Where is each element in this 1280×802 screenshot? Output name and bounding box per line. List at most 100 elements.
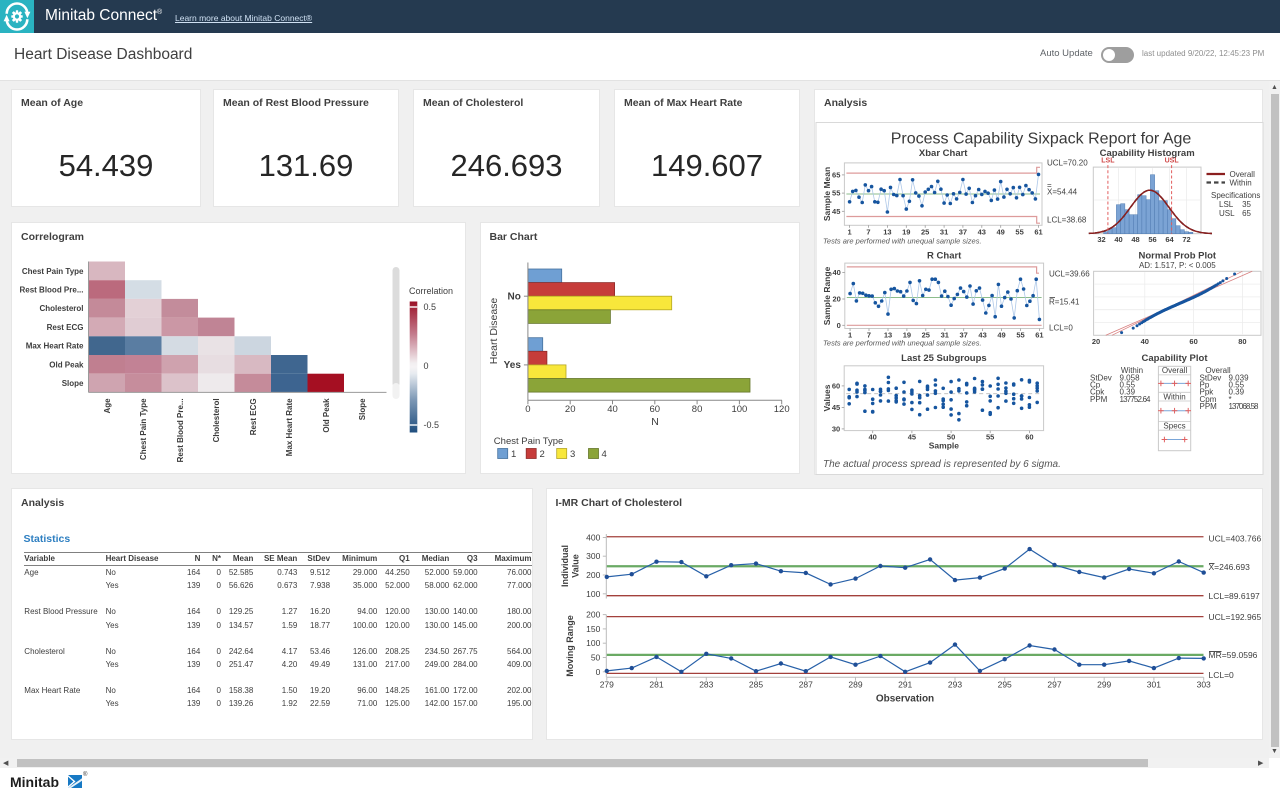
svg-text:Tests are performed with unequ: Tests are performed with unequal sample …: [823, 338, 982, 347]
svg-text:55: 55: [1015, 227, 1023, 236]
svg-text:137752.64: 137752.64: [1120, 394, 1152, 403]
svg-text:2: 2: [539, 449, 544, 460]
svg-text:4: 4: [601, 449, 606, 460]
svg-text:19: 19: [902, 227, 910, 236]
svg-text:56: 56: [1148, 235, 1156, 244]
svg-text:32: 32: [1097, 235, 1105, 244]
svg-text:The actual process spread is r: The actual process spread is represented…: [823, 459, 1061, 470]
svg-text:Sample Range: Sample Range: [822, 266, 832, 325]
svg-text:45: 45: [908, 432, 916, 441]
svg-text:40: 40: [869, 432, 877, 441]
svg-text:USL: USL: [1219, 209, 1235, 218]
svg-text:LCL=89.6197: LCL=89.6197: [1208, 591, 1260, 601]
svg-text:Rest Blood Pre...: Rest Blood Pre...: [19, 286, 83, 295]
svg-text:Max Heart Rate: Max Heart Rate: [285, 398, 294, 456]
svg-text:LSL: LSL: [1219, 200, 1234, 209]
svg-text:120: 120: [773, 404, 789, 415]
svg-text:30: 30: [832, 424, 840, 433]
svg-text:Specifications: Specifications: [1211, 191, 1260, 200]
svg-text:Slope: Slope: [358, 398, 367, 420]
svg-text:0: 0: [424, 361, 429, 371]
svg-text:287: 287: [798, 680, 812, 690]
svg-text:Heart Disease: Heart Disease: [488, 298, 500, 365]
svg-text:20: 20: [832, 294, 840, 303]
svg-text:300: 300: [586, 551, 600, 561]
svg-text:13: 13: [883, 227, 891, 236]
svg-text:48: 48: [1131, 235, 1139, 244]
svg-text:Sample Mean: Sample Mean: [822, 166, 832, 220]
svg-text:N: N: [651, 416, 659, 428]
svg-text:Capability Plot: Capability Plot: [1142, 353, 1209, 364]
svg-text:Within: Within: [1163, 392, 1185, 401]
svg-text:Overall: Overall: [1162, 365, 1188, 374]
svg-text:PPM: PPM: [1090, 394, 1108, 403]
svg-text:40: 40: [1141, 336, 1149, 345]
svg-text:60: 60: [1189, 336, 1197, 345]
svg-text:293: 293: [947, 680, 961, 690]
svg-text:45: 45: [832, 402, 840, 411]
svg-text:Moving Range: Moving Range: [565, 615, 575, 677]
svg-text:100: 100: [731, 404, 747, 415]
svg-text:LCL=38.68: LCL=38.68: [1047, 215, 1087, 224]
svg-text:0.5: 0.5: [424, 302, 437, 312]
svg-text:X=54.44: X=54.44: [1047, 187, 1078, 196]
svg-text:Chest Pain Type: Chest Pain Type: [493, 436, 563, 447]
svg-text:301: 301: [1146, 680, 1160, 690]
svg-text:Specs: Specs: [1163, 421, 1185, 430]
svg-text:50: 50: [590, 653, 600, 663]
svg-text:72: 72: [1182, 235, 1190, 244]
svg-text:400: 400: [586, 533, 600, 543]
svg-text:43: 43: [978, 227, 986, 236]
svg-text:40: 40: [607, 404, 618, 415]
svg-text:100: 100: [586, 638, 600, 648]
svg-text:LCL=0: LCL=0: [1049, 323, 1073, 332]
svg-text:55: 55: [832, 188, 840, 197]
svg-text:281: 281: [649, 680, 663, 690]
svg-text:150: 150: [586, 624, 600, 634]
svg-text:299: 299: [1097, 680, 1111, 690]
svg-text:60: 60: [1025, 432, 1033, 441]
svg-text:200: 200: [586, 570, 600, 580]
svg-text:X=246.693: X=246.693: [1208, 562, 1250, 572]
svg-text:303: 303: [1196, 680, 1210, 690]
svg-text:49: 49: [997, 330, 1005, 339]
svg-text:100: 100: [586, 589, 600, 599]
svg-text:USL: USL: [1165, 157, 1180, 164]
svg-text:Chest Pain Type: Chest Pain Type: [22, 267, 84, 276]
svg-text:1: 1: [511, 449, 516, 460]
svg-text:7: 7: [866, 227, 870, 236]
svg-text:0: 0: [837, 320, 841, 329]
svg-text:Max Heart Rate: Max Heart Rate: [26, 342, 84, 351]
svg-text:61: 61: [1034, 227, 1042, 236]
svg-text:Yes: Yes: [503, 360, 521, 371]
svg-text:Sample: Sample: [929, 440, 960, 450]
svg-text:-0.5: -0.5: [424, 420, 440, 430]
svg-text:3: 3: [570, 449, 575, 460]
svg-text:No: No: [507, 292, 520, 303]
svg-text:0: 0: [595, 667, 600, 677]
svg-text:295: 295: [997, 680, 1011, 690]
svg-text:60: 60: [832, 381, 840, 390]
svg-text:Values: Values: [822, 384, 832, 411]
svg-text:Observation: Observation: [875, 694, 933, 705]
svg-text:Xbar Chart: Xbar Chart: [919, 148, 968, 159]
svg-text:Old Peak: Old Peak: [322, 398, 331, 433]
svg-text:UCL=403.766: UCL=403.766: [1208, 534, 1261, 544]
svg-text:0: 0: [525, 404, 530, 415]
svg-text:R=15.41: R=15.41: [1049, 297, 1080, 306]
svg-text:Slope: Slope: [62, 379, 84, 388]
svg-text:80: 80: [1238, 336, 1246, 345]
svg-text:Rest ECG: Rest ECG: [47, 323, 84, 332]
svg-text:Chest Pain Type: Chest Pain Type: [139, 398, 148, 460]
svg-text:Normal Prob Plot: Normal Prob Plot: [1139, 250, 1217, 261]
svg-text:Tests are performed with unequ: Tests are performed with unequal sample …: [823, 236, 982, 245]
svg-text:283: 283: [699, 680, 713, 690]
svg-text:65: 65: [832, 170, 840, 179]
svg-text:285: 285: [748, 680, 762, 690]
svg-text:279: 279: [599, 680, 613, 690]
svg-text:37: 37: [959, 227, 967, 236]
svg-text:45: 45: [832, 206, 840, 215]
svg-text:31: 31: [940, 227, 948, 236]
svg-text:25: 25: [921, 227, 929, 236]
svg-text:289: 289: [848, 680, 862, 690]
